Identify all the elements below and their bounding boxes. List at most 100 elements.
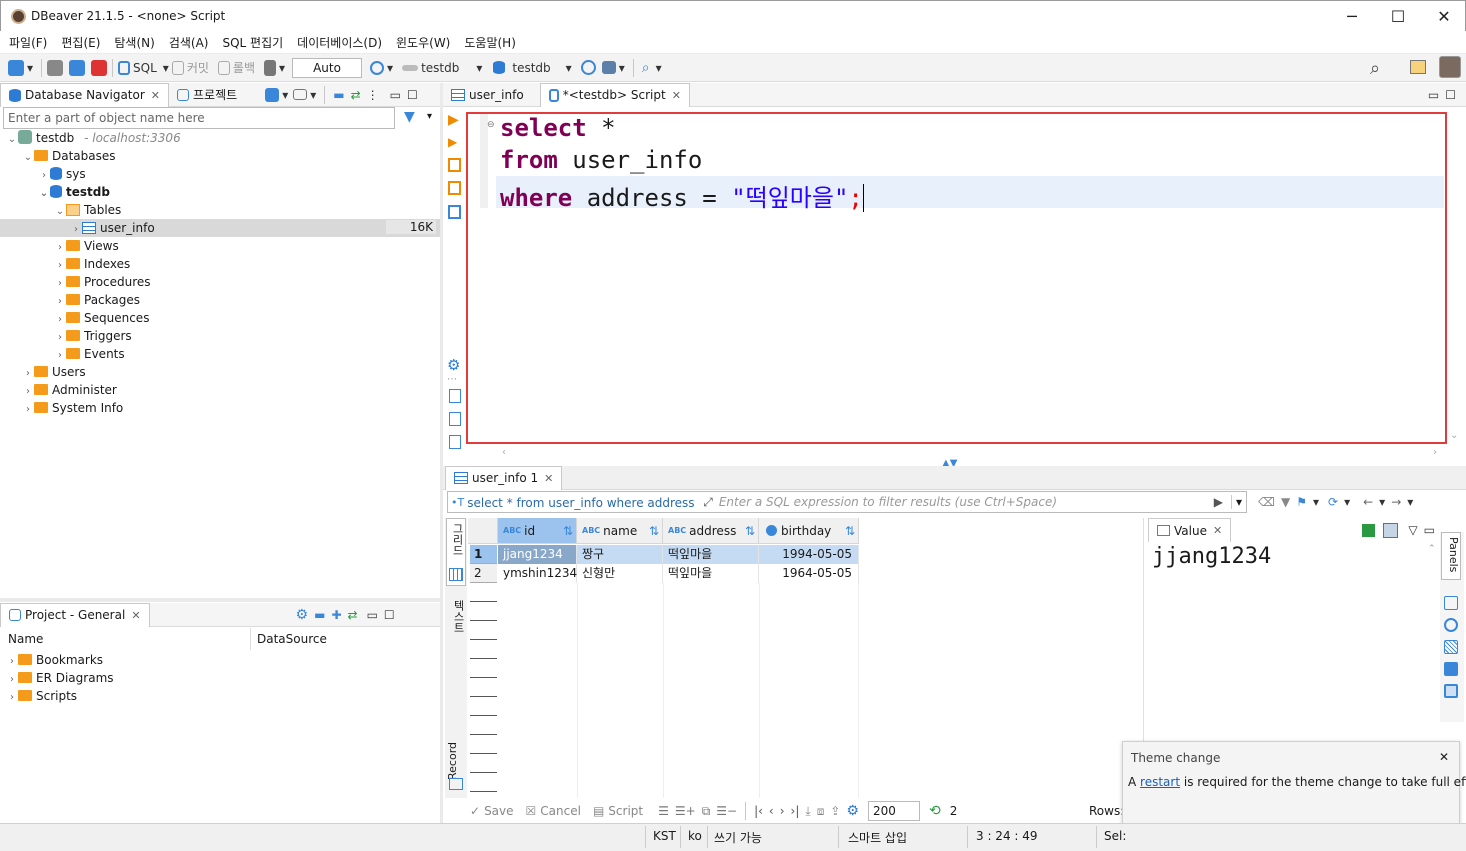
reconnect-icon[interactable] <box>69 59 86 76</box>
project-col-name[interactable]: Name <box>8 632 43 646</box>
panels-tab[interactable]: Panels <box>1441 532 1461 580</box>
add-row-icon[interactable]: ☰+ <box>675 804 696 818</box>
table-cell-name[interactable]: 짱구 <box>577 545 663 564</box>
export-icon[interactable]: ⇪ <box>830 804 840 818</box>
navigator-filter-input[interactable]: Enter a part of object name here <box>3 107 395 129</box>
editor-scroll-left-icon[interactable]: ‹ <box>502 447 506 458</box>
calc-icon[interactable] <box>1444 662 1458 676</box>
project-bookmarks[interactable]: › Bookmarks <box>6 651 103 669</box>
tree-administer[interactable]: › Administer <box>22 381 117 399</box>
clear-filter-icon[interactable]: ⌫ <box>1258 495 1275 509</box>
tree-testdb[interactable]: ⌄ testdb <box>38 183 110 201</box>
dropdown-arrow-icon[interactable]: ▾ <box>566 61 572 75</box>
dropdown-arrow-icon[interactable]: ▾ <box>1407 495 1413 509</box>
value-view-icon[interactable] <box>1444 684 1458 698</box>
save-script-icon[interactable] <box>449 412 461 426</box>
settings-gear-icon[interactable]: ⚙ <box>846 803 859 819</box>
side-tab-record[interactable]: Record <box>446 730 466 780</box>
table-cell-address[interactable]: 떡잎마을 <box>663 545 759 564</box>
refresh-results-icon[interactable]: ⟳ <box>1328 495 1338 509</box>
value-content[interactable]: jjang1234 <box>1150 544 1424 740</box>
copy-row-icon[interactable]: ⧉ <box>702 804 711 819</box>
close-button[interactable]: ✕ <box>1421 1 1466 32</box>
dropdown-arrow-icon[interactable]: ▾ <box>656 61 662 75</box>
tree-connection-testdb[interactable]: ⌄ testdb - localhost:3306 <box>6 129 181 147</box>
menu-edit[interactable]: 편집(E) <box>61 34 100 51</box>
tab-projects[interactable]: 프로젝트 <box>169 83 245 107</box>
erd-icon[interactable] <box>601 61 616 74</box>
column-header-name[interactable]: ABC name ⇅ <box>577 518 663 544</box>
settings-gear-icon[interactable]: ⚙ <box>447 356 460 374</box>
link-editor-icon[interactable]: ⇄ <box>348 608 358 622</box>
minimize-button[interactable]: ─ <box>1329 1 1375 32</box>
value-scroll-up-icon[interactable]: ⌃ <box>1428 544 1436 554</box>
back-icon[interactable]: ← <box>1363 495 1373 509</box>
edit-row-icon[interactable]: ☰ <box>658 804 669 818</box>
expand-icon[interactable]: ✚ <box>331 608 341 622</box>
execute-in-new-tab-icon[interactable]: ▶ <box>448 135 457 149</box>
explain-plan-icon[interactable] <box>448 205 461 219</box>
global-search-icon[interactable]: ⌕ <box>1370 58 1380 79</box>
project-scripts[interactable]: › Scripts <box>6 687 77 705</box>
metadata-icon[interactable] <box>1444 596 1458 610</box>
save-value-icon[interactable] <box>1362 523 1376 537</box>
delete-row-icon[interactable]: ☰− <box>716 804 737 818</box>
cancel-button[interactable]: ☒ Cancel <box>526 804 581 818</box>
editor-scroll-down-icon[interactable]: ⌄ <box>1450 430 1458 441</box>
results-filter-input[interactable]: Enter a SQL expression to filter results… <box>719 495 1214 509</box>
new-connection-icon[interactable] <box>8 59 24 76</box>
close-tab-icon[interactable]: ✕ <box>672 89 681 102</box>
menu-navigate[interactable]: 탐색(N) <box>114 34 154 51</box>
menu-file[interactable]: 파일(F) <box>9 34 47 51</box>
fetch-size-input[interactable]: 200 <box>867 801 920 821</box>
tree-sys[interactable]: › sys <box>38 165 86 183</box>
expand-icon[interactable]: ⌄ <box>22 149 34 167</box>
editor-scroll-right-icon[interactable]: › <box>1433 447 1437 458</box>
table-cell-id[interactable]: jjang1234 <box>498 545 577 564</box>
filter-history-icon[interactable]: ▾ <box>1230 495 1246 509</box>
auto-commit-field[interactable]: Auto <box>292 57 363 78</box>
collapse-all-icon[interactable]: ▬ <box>333 88 344 102</box>
tree-views[interactable]: › Views <box>54 237 119 255</box>
tree-events[interactable]: › Events <box>54 345 125 363</box>
tree-sequences[interactable]: › Sequences <box>54 309 149 327</box>
minimize-panel-icon[interactable]: ▭ <box>1424 523 1435 537</box>
sql-editor-icon[interactable] <box>118 60 131 75</box>
menu-sql-editor[interactable]: SQL 편집기 <box>222 34 283 51</box>
view-menu-icon[interactable]: ▽ <box>1408 523 1417 537</box>
menu-help[interactable]: 도움말(H) <box>464 34 516 51</box>
sort-filter-icon[interactable]: ⇅ <box>563 524 573 538</box>
dropdown-arrow-icon[interactable]: ▾ <box>427 111 432 122</box>
open-perspective-icon[interactable] <box>1410 60 1426 74</box>
commit-button[interactable]: 커밋 <box>187 59 209 76</box>
row-number[interactable]: 1 <box>470 545 497 564</box>
sort-filter-icon[interactable]: ⇅ <box>845 524 855 538</box>
load-script-icon[interactable] <box>449 389 461 403</box>
new-folder-icon[interactable] <box>293 89 308 100</box>
notification-close-icon[interactable]: ✕ <box>1439 750 1449 764</box>
first-page-icon[interactable]: |‹ <box>754 804 763 818</box>
maximize-panel-icon[interactable]: ☐ <box>1445 88 1456 102</box>
tree-user-info[interactable]: › user_info <box>70 219 155 237</box>
row-number[interactable]: 2 <box>470 564 497 583</box>
dropdown-arrow-icon[interactable]: ▾ <box>27 61 33 75</box>
tab-database-navigator[interactable]: Database Navigator ✕ <box>0 82 170 107</box>
forward-icon[interactable]: → <box>1391 495 1401 509</box>
close-tab-icon[interactable]: ✕ <box>544 472 553 485</box>
rollback-button[interactable]: 롤백 <box>233 59 255 76</box>
tree-tables[interactable]: ⌄ Tables <box>54 201 122 219</box>
maximize-button[interactable]: ☐ <box>1375 1 1421 32</box>
execute-script-new-tab-icon[interactable] <box>448 181 461 195</box>
menu-window[interactable]: 윈도우(W) <box>396 34 450 51</box>
minimize-panel-icon[interactable]: ▭ <box>390 88 401 102</box>
schema-select[interactable]: testdb <box>512 61 550 75</box>
fold-icon[interactable]: ⊖ <box>487 120 495 130</box>
user-avatar[interactable] <box>1439 56 1461 78</box>
fetch-all-icon[interactable]: ⧈ <box>817 804 825 819</box>
table-cell-birthday[interactable]: 1964-05-05 <box>759 564 859 583</box>
close-tab-icon[interactable]: ✕ <box>151 89 160 102</box>
apply-filter-icon[interactable]: ▶ <box>1214 495 1223 509</box>
filter-settings-icon[interactable]: ▼ <box>1281 495 1290 509</box>
view-menu-icon[interactable]: ⋮ <box>367 88 379 102</box>
tree-system-info[interactable]: › System Info <box>22 399 123 417</box>
